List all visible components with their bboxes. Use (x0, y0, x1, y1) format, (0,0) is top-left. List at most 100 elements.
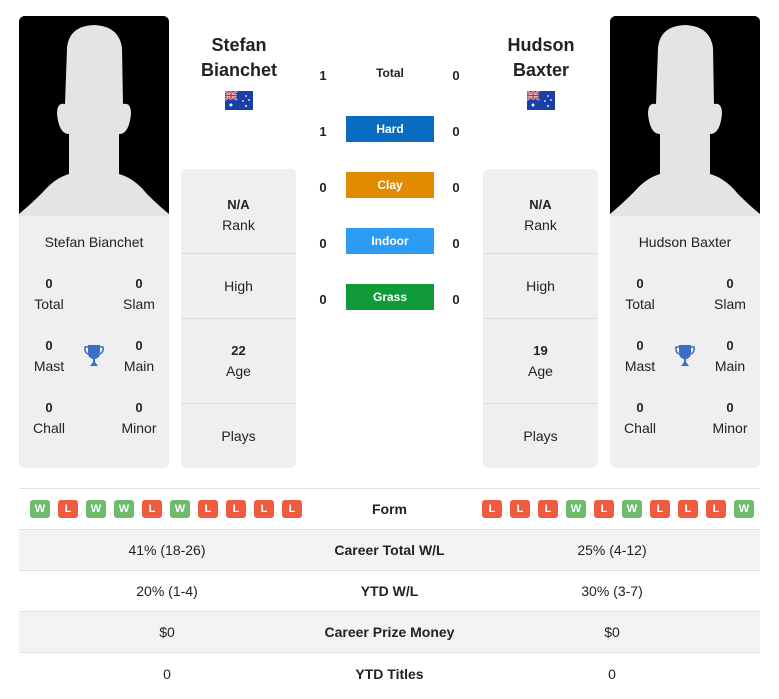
form-badge-loss[interactable]: L (510, 500, 530, 518)
stat-label: YTD Titles (355, 665, 424, 682)
titles-chall: 0 Chall (610, 398, 670, 438)
player1-photo[interactable] (19, 16, 169, 216)
titles-mast-value: 0 (636, 338, 644, 353)
form-badge-win[interactable]: W (114, 500, 134, 518)
stat-p2-value: 0 (608, 665, 616, 682)
titles-chall-value: 0 (636, 400, 644, 415)
player1-name: Stefan Bianchet (179, 33, 299, 110)
form-badge-loss[interactable]: L (706, 500, 726, 518)
form-badge-loss[interactable]: L (282, 500, 302, 518)
titles-mast: 0 Mast (610, 336, 670, 376)
titles-total-label: Total (34, 296, 64, 312)
player2-titles: 0 Total 0 Slam 0 Mast 0 Main 0 Chall 0 Minor (610, 274, 760, 438)
trophy-icon (79, 336, 109, 376)
form-badge-win[interactable]: W (734, 500, 754, 518)
titles-slam-value: 0 (135, 276, 143, 291)
h2h-p2-value: 0 (452, 292, 460, 307)
h2h-row-grass: 0 Grass 0 (305, 284, 475, 340)
form-badge-loss[interactable]: L (678, 500, 698, 518)
h2h-p2-value: 0 (452, 124, 460, 139)
age-label: Age (528, 363, 553, 379)
surface-grass[interactable]: Grass (346, 284, 434, 310)
stat-p1-value: 0 (163, 665, 171, 682)
head-to-head: 1 Total 0 1 Hard 0 0 Clay 0 0 Indoor 0 0… (305, 60, 475, 340)
titles-minor-value: 0 (726, 400, 734, 415)
stat-label: Career Prize Money (324, 624, 455, 640)
form-badge-loss[interactable]: L (142, 500, 162, 518)
form-badge-loss[interactable]: L (58, 500, 78, 518)
titles-minor-label: Minor (121, 420, 157, 436)
form-badge-win[interactable]: W (622, 500, 642, 518)
form-badge-loss[interactable]: L (482, 500, 502, 518)
titles-slam-label: Slam (714, 296, 746, 312)
player2-card: Hudson Baxter 0 Total 0 Slam 0 Mast 0 Main 0… (610, 16, 760, 468)
player2-last-name[interactable]: Baxter (481, 58, 601, 83)
form-badge-win[interactable]: W (86, 500, 106, 518)
silhouette-icon (610, 16, 760, 216)
titles-chall: 0 Chall (19, 398, 79, 438)
h2h-row-total: 1 Total 0 (305, 60, 475, 116)
high-label: High (224, 278, 253, 294)
stat-p2-value: 25% (4-12) (577, 542, 647, 558)
form-row: WLWWLWLLLL Form LLLWLWLLLW (19, 489, 760, 530)
player2-age: 19 Age (483, 319, 598, 404)
player1-last-name[interactable]: Bianchet (179, 58, 299, 83)
h2h-p1-value: 0 (319, 236, 327, 251)
form-badge-loss[interactable]: L (650, 500, 670, 518)
player1-info: N/A Rank High 22 Age Plays (181, 169, 296, 468)
player1-first-name[interactable]: Stefan (179, 33, 299, 58)
high-label: High (526, 278, 555, 294)
player1-titles: 0 Total 0 Slam 0 Mast 0 Main 0 Chall 0 Minor (19, 274, 169, 438)
titles-chall-value: 0 (45, 400, 53, 415)
h2h-p2-value: 0 (452, 180, 460, 195)
form-badge-loss[interactable]: L (594, 500, 614, 518)
rank-value: N/A (227, 197, 250, 212)
player1-card: Stefan Bianchet 0 Total 0 Slam 0 Mast 0 Main… (19, 16, 169, 468)
h2h-p1-value: 1 (319, 124, 327, 139)
player2-photo[interactable] (610, 16, 760, 216)
titles-chall-label: Chall (33, 420, 65, 436)
surface-clay[interactable]: Clay (346, 172, 434, 198)
form-badge-loss[interactable]: L (538, 500, 558, 518)
titles-mast-label: Mast (33, 358, 65, 374)
form-badge-win[interactable]: W (30, 500, 50, 518)
player2-first-name[interactable]: Hudson (481, 33, 601, 58)
plays-label: Plays (523, 428, 558, 444)
surface-hard[interactable]: Hard (346, 116, 434, 142)
player1-high: High (181, 254, 296, 319)
stats-table: WLWWLWLLLL Form LLLWLWLLLW 41% (18-26) C… (19, 488, 760, 694)
titles-minor: 0 Minor (700, 398, 760, 438)
rank-value: N/A (529, 197, 552, 212)
form-badge-win[interactable]: W (170, 500, 190, 518)
titles-slam-value: 0 (726, 276, 734, 291)
age-value: 19 (533, 343, 548, 358)
stat-label: YTD W/L (360, 583, 419, 599)
form-badge-loss[interactable]: L (226, 500, 246, 518)
australia-flag-icon (225, 91, 253, 110)
h2h-row-hard: 1 Hard 0 (305, 116, 475, 172)
stat-p2-value: 30% (3-7) (581, 583, 643, 599)
stat-p1-value: 20% (1-4) (136, 583, 198, 599)
age-value: 22 (231, 343, 246, 358)
titles-mast-value: 0 (45, 338, 53, 353)
player1-rank: N/A Rank (181, 169, 296, 254)
trophy-icon (670, 336, 700, 376)
form-badge-win[interactable]: W (566, 500, 586, 518)
surface-indoor[interactable]: Indoor (346, 228, 434, 254)
player2-form: LLLWLWLLLW (464, 500, 760, 518)
titles-main-value: 0 (726, 338, 734, 353)
stat-row-ytd-titles: 0 YTD Titles 0 (19, 653, 760, 694)
h2h-row-indoor: 0 Indoor 0 (305, 228, 475, 284)
form-badge-loss[interactable]: L (254, 500, 274, 518)
player2-info: N/A Rank High 19 Age Plays (483, 169, 598, 468)
titles-mast-label: Mast (624, 358, 656, 374)
player1-full-name: Stefan Bianchet (44, 234, 144, 250)
h2h-label-total: Total (376, 66, 404, 80)
titles-slam: 0 Slam (109, 274, 169, 314)
titles-chall-label: Chall (624, 420, 656, 436)
stat-row-prize-money: $0 Career Prize Money $0 (19, 612, 760, 653)
player2-plays: Plays (483, 404, 598, 468)
titles-main-value: 0 (135, 338, 143, 353)
form-badge-loss[interactable]: L (198, 500, 218, 518)
h2h-p1-value: 1 (319, 68, 327, 83)
